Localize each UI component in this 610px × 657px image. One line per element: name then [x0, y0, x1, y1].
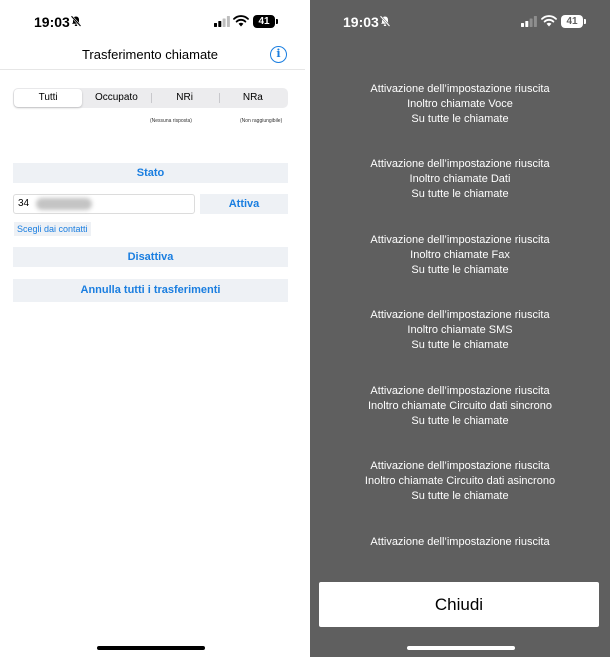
wifi-icon	[541, 15, 557, 27]
forwarding-type-segmented-control: Tutti Occupato NRi NRa	[13, 88, 288, 108]
signal-icon	[214, 16, 230, 27]
choose-contacts-link[interactable]: Scegli dai contatti	[14, 222, 91, 236]
home-indicator[interactable]	[97, 646, 205, 650]
segment-nra[interactable]: NRa	[218, 89, 287, 107]
activation-result-screen: 19:03 41 Attivazione dell’impostazione r…	[310, 0, 610, 657]
segment-tutti[interactable]: Tutti	[14, 89, 83, 107]
wifi-icon	[233, 15, 249, 27]
result-message: Attivazione dell’impostazione riuscita I…	[367, 385, 553, 427]
phone-number-field[interactable]: 34	[13, 194, 195, 214]
bell-muted-icon	[70, 15, 82, 27]
result-message: Attivazione dell’impostazione riuscita I…	[370, 83, 550, 125]
info-icon[interactable]: i	[270, 46, 287, 63]
redacted-number-blur	[36, 198, 92, 210]
battery-icon: 41	[253, 15, 278, 28]
status-bar: 19:03 41	[310, 0, 610, 44]
deactivate-button[interactable]: Disattiva	[13, 247, 288, 267]
segment-note-nri: (Nessuna risposta)	[150, 118, 192, 124]
battery-level: 41	[561, 15, 583, 28]
status-bar: 19:03 41	[0, 0, 305, 44]
cancel-all-forwarding-button[interactable]: Annulla tutti i trasferimenti	[13, 279, 288, 302]
home-indicator[interactable]	[407, 646, 515, 650]
close-button[interactable]: Chiudi	[319, 582, 599, 627]
signal-icon	[521, 16, 537, 27]
result-message: Attivazione dell’impostazione riuscita I…	[370, 234, 550, 276]
battery-level: 41	[253, 15, 275, 28]
result-message: Attivazione dell’impostazione riuscita I…	[370, 309, 550, 351]
page-title: Trasferimento chiamate	[81, 47, 219, 62]
call-forwarding-screen: 19:03 41 Trasferimento chiamate i Tutti …	[0, 0, 305, 657]
result-message: Attivazione dell’impostazione riuscita I…	[370, 158, 550, 200]
status-time: 19:03	[34, 14, 70, 30]
nav-divider	[0, 69, 305, 70]
segment-note-nra: (Non raggiungibile)	[240, 118, 283, 124]
result-message: Attivazione dell’impostazione riuscita	[370, 536, 550, 548]
bell-muted-icon	[379, 15, 391, 27]
segment-occupato[interactable]: Occupato	[82, 89, 150, 107]
segment-nri[interactable]: NRi	[150, 89, 219, 107]
phone-number-value: 34	[18, 198, 30, 209]
status-time: 19:03	[343, 14, 379, 30]
result-message: Attivazione dell’impostazione riuscita I…	[364, 460, 556, 502]
battery-icon: 41	[561, 15, 586, 28]
activate-button[interactable]: Attiva	[200, 194, 288, 214]
status-button[interactable]: Stato	[13, 163, 288, 183]
